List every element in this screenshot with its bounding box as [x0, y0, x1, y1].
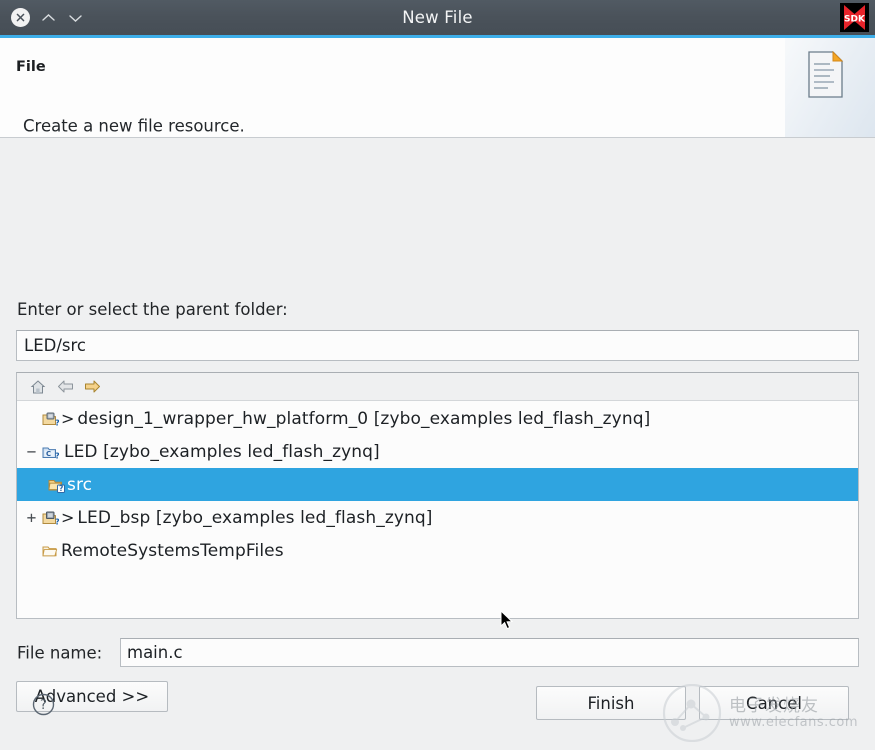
home-icon[interactable] [29, 378, 47, 396]
window-title: New File [0, 0, 875, 35]
svg-text:C: C [46, 450, 51, 458]
header-description: Create a new file resource. [23, 117, 245, 136]
c-project-icon: C ? [40, 444, 61, 460]
tree-row[interactable]: ? > design_1_wrapper_hw_platform_0 [zybo… [17, 402, 858, 435]
tree-rows: ? > design_1_wrapper_hw_platform_0 [zybo… [17, 401, 858, 567]
tree-toolbar [17, 373, 858, 401]
parent-folder-input[interactable] [16, 330, 859, 361]
tree-twisty[interactable]: + [23, 510, 40, 526]
tree-row-label: RemoteSystemsTempFiles [61, 541, 284, 561]
window-controls [0, 8, 84, 27]
chevron-down-icon[interactable] [67, 9, 84, 26]
svg-text:?: ? [40, 698, 47, 713]
file-name-label: File name: [17, 644, 102, 663]
parent-folder-label: Enter or select the parent folder: [17, 300, 288, 319]
folder-tree-panel[interactable]: ? > design_1_wrapper_hw_platform_0 [zybo… [16, 372, 859, 619]
svg-text:?: ? [55, 418, 59, 427]
bsp-project-icon: ? [40, 510, 61, 526]
sdk-logo-icon: SDK [840, 3, 869, 32]
close-circle-icon[interactable] [11, 8, 30, 27]
new-file-document-icon [808, 51, 845, 98]
tree-row-arrow: > [61, 508, 74, 527]
tree-row[interactable]: − C ? LED [zybo_examples led_flash_zynq] [17, 435, 858, 468]
svg-text:?: ? [55, 517, 59, 526]
source-folder-icon: ? [46, 477, 67, 493]
tree-row-label: design_1_wrapper_hw_platform_0 [zybo_exa… [77, 409, 650, 429]
help-circle-icon[interactable]: ? [32, 693, 55, 716]
file-name-input[interactable] [120, 638, 859, 667]
dialog-header: File Create a new file resource. [0, 38, 875, 138]
hw-platform-project-icon: ? [40, 411, 61, 427]
cancel-button[interactable]: Cancel [699, 686, 849, 720]
tree-row-label: LED_bsp [zybo_examples led_flash_zynq] [77, 508, 432, 528]
back-arrow-icon[interactable] [56, 378, 74, 396]
tree-twisty[interactable]: − [23, 444, 40, 460]
tree-row[interactable]: RemoteSystemsTempFiles [17, 534, 858, 567]
svg-text:?: ? [55, 451, 59, 460]
header-title: File [16, 59, 46, 75]
folder-icon [40, 543, 61, 559]
tree-row-label: LED [zybo_examples led_flash_zynq] [64, 442, 380, 462]
svg-text:?: ? [59, 484, 63, 493]
svg-text:SDK: SDK [844, 15, 866, 25]
dialog-body: Enter or select the parent folder: [0, 138, 875, 750]
tree-row[interactable]: ? src [17, 468, 858, 501]
new-file-dialog: New File SDK Fil [0, 0, 875, 750]
tree-row-arrow: > [61, 409, 74, 428]
finish-button[interactable]: Finish [536, 686, 686, 720]
chevron-up-icon[interactable] [40, 9, 57, 26]
title-bar: New File SDK [0, 0, 875, 38]
tree-row[interactable]: + ? > LED_bsp [zybo_examples led_flash_z… [17, 501, 858, 534]
forward-arrow-icon[interactable] [83, 378, 101, 396]
tree-row-label: src [67, 475, 92, 495]
